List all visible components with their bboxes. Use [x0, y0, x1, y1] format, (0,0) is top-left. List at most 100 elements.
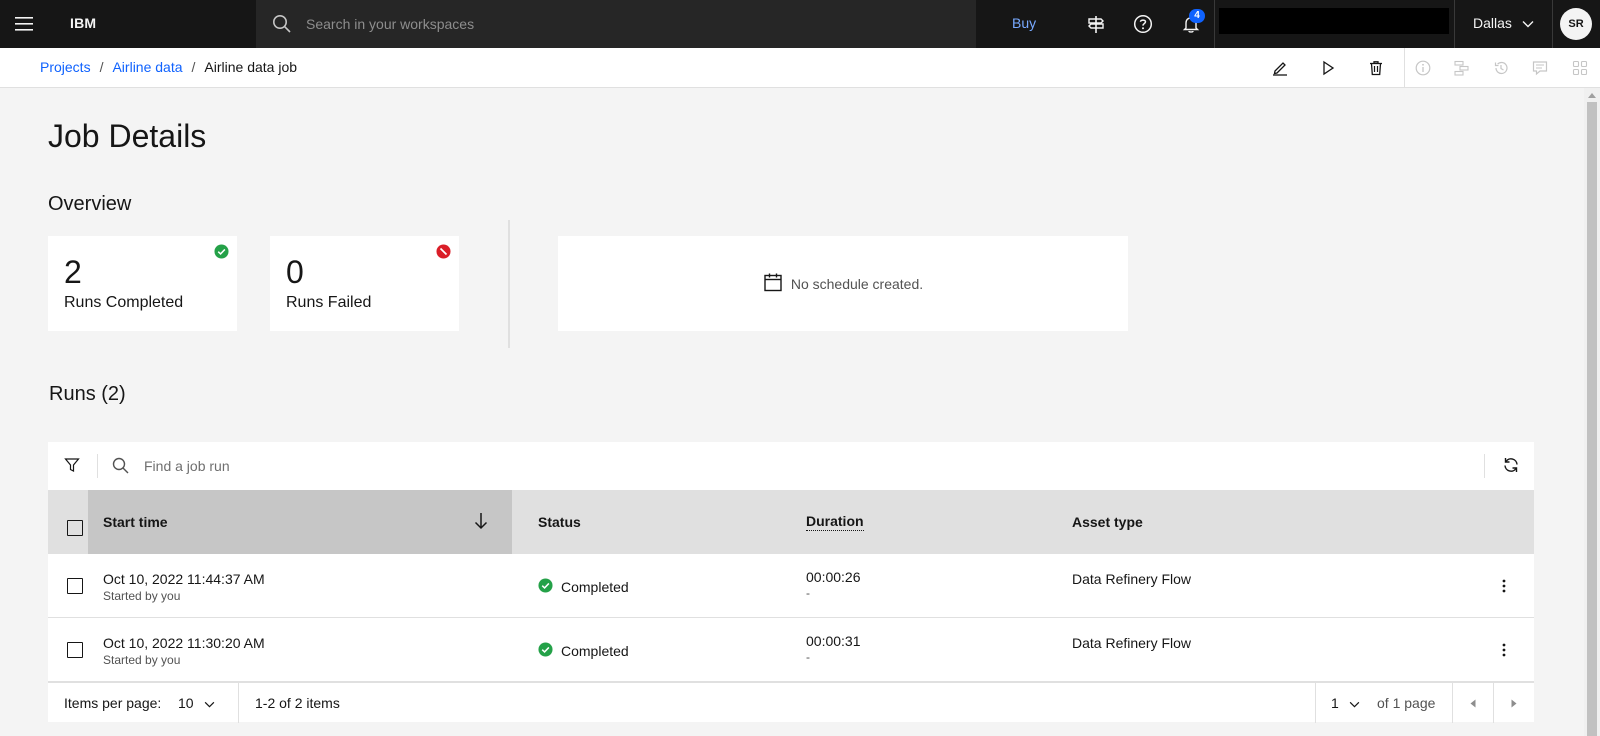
search-icon — [272, 14, 292, 39]
select-all-checkbox[interactable] — [67, 520, 83, 536]
items-per-page-select[interactable]: 10 — [178, 695, 215, 711]
pagination-divider — [238, 683, 239, 723]
sort-descending-icon[interactable] — [474, 512, 488, 533]
run-duration: 00:00:26 — [806, 569, 861, 585]
region-label: Dallas — [1473, 15, 1512, 31]
overview-divider — [508, 220, 510, 348]
table-row[interactable]: Oct 10, 2022 11:44:37 AM Started by you … — [48, 554, 1534, 618]
breadcrumb-current: Airline data job — [204, 59, 298, 75]
global-search-input[interactable] — [306, 0, 946, 48]
caret-right-icon — [1511, 695, 1517, 711]
next-page-button[interactable] — [1494, 683, 1534, 723]
runs-completed-count: 2 — [64, 254, 82, 290]
overflow-menu-icon[interactable] — [1494, 640, 1514, 660]
help-icon[interactable] — [1131, 12, 1155, 36]
items-per-page-value: 10 — [178, 695, 194, 711]
run-started-by: Started by you — [103, 653, 181, 667]
column-start-time[interactable]: Start time — [88, 490, 512, 554]
scroll-thumb[interactable] — [1587, 102, 1597, 736]
brand-name[interactable]: IBM — [70, 15, 96, 31]
runs-title: Runs (2) — [49, 383, 126, 405]
schedule-tile: No schedule created. — [558, 236, 1128, 331]
column-duration[interactable]: Duration — [806, 490, 864, 554]
search-icon — [112, 457, 130, 480]
run-start-time[interactable]: Oct 10, 2022 11:44:37 AM — [103, 571, 265, 587]
job-run-search-input[interactable] — [144, 442, 1444, 490]
avatar[interactable]: SR — [1560, 8, 1592, 40]
run-asset-type: Data Refinery Flow — [1072, 635, 1192, 651]
header-divider — [1454, 0, 1455, 48]
global-search — [256, 0, 976, 48]
runs-completed-tile: 2 Runs Completed — [48, 236, 237, 331]
comment-icon[interactable] — [1530, 58, 1550, 78]
overview-title: Overview — [48, 193, 132, 215]
runs-table-header: Start time Status Duration Asset type — [48, 490, 1534, 554]
table-row[interactable]: Oct 10, 2022 11:30:20 AM Started by you … — [48, 618, 1534, 682]
buy-link[interactable]: Buy — [1012, 15, 1036, 31]
breadcrumb-projects[interactable]: Projects — [40, 59, 91, 75]
header-divider — [1552, 0, 1553, 48]
runs-failed-tile: 0 Runs Failed — [270, 236, 459, 331]
region-selector[interactable]: Dallas — [1473, 15, 1534, 31]
pagination-divider — [1315, 683, 1316, 723]
items-range-text: 1-2 of 2 items — [255, 695, 340, 711]
refresh-icon[interactable] — [1502, 456, 1522, 476]
checkmark-success-icon — [538, 642, 553, 660]
run-duration-sub: - — [806, 650, 810, 664]
run-start-time[interactable]: Oct 10, 2022 11:30:20 AM — [103, 635, 265, 651]
overflow-menu-icon[interactable] — [1494, 576, 1514, 596]
column-asset-type-label: Asset type — [1072, 514, 1143, 530]
toolbar-divider — [97, 454, 98, 478]
toolbar-divider — [1484, 454, 1485, 478]
notification-badge: 4 — [1189, 9, 1205, 23]
run-asset-type: Data Refinery Flow — [1072, 571, 1192, 587]
current-page-value: 1 — [1331, 695, 1339, 711]
pagination: Items per page: 10 1-2 of 2 items 1 of 1… — [48, 682, 1534, 723]
caret-left-icon — [1470, 695, 1476, 711]
top-header: IBM Buy 4 Dallas SR — [0, 0, 1600, 48]
account-selector[interactable] — [1219, 8, 1449, 34]
info-icon[interactable] — [1413, 58, 1433, 78]
column-status[interactable]: Status — [538, 490, 581, 554]
run-status: Completed — [538, 642, 629, 660]
column-asset-type[interactable]: Asset type — [1072, 490, 1143, 554]
row-checkbox[interactable] — [67, 642, 83, 658]
runs-table-toolbar — [48, 442, 1534, 490]
filter-icon[interactable] — [64, 457, 82, 475]
column-status-label: Status — [538, 514, 581, 530]
menu-icon[interactable] — [12, 12, 36, 36]
trash-icon[interactable] — [1366, 58, 1386, 78]
history-icon[interactable] — [1491, 58, 1511, 78]
apps-icon[interactable] — [1570, 58, 1590, 78]
breadcrumb-airline-data[interactable]: Airline data — [112, 59, 182, 75]
total-pages-text: of 1 page — [1377, 695, 1436, 711]
breadcrumb-separator: / — [191, 59, 196, 75]
runs-failed-count: 0 — [286, 254, 304, 290]
schedule-status-text: No schedule created. — [790, 275, 924, 292]
scroll-up-arrow-icon[interactable] — [1588, 93, 1596, 98]
column-duration-label: Duration — [806, 513, 864, 531]
toolbar-divider — [1404, 48, 1405, 88]
chevron-down-icon — [1522, 15, 1534, 31]
breadcrumb-bar: Projects / Airline data / Airline data j… — [0, 48, 1600, 88]
edit-icon[interactable] — [1270, 58, 1290, 78]
chevron-down-icon — [204, 695, 215, 711]
run-status: Completed — [538, 578, 629, 596]
runs-failed-label: Runs Failed — [286, 294, 372, 311]
page-select[interactable]: 1 — [1331, 695, 1360, 711]
signpost-icon[interactable] — [1084, 12, 1108, 36]
header-divider — [1214, 0, 1215, 48]
play-icon[interactable] — [1318, 58, 1338, 78]
run-duration-sub: - — [806, 586, 810, 600]
breadcrumb-separator: / — [99, 59, 104, 75]
breadcrumb: Projects / Airline data / Airline data j… — [40, 59, 297, 75]
lineage-icon[interactable] — [1452, 58, 1472, 78]
vertical-scrollbar[interactable] — [1584, 88, 1600, 736]
error-icon — [436, 244, 452, 260]
items-per-page-label: Items per page: — [64, 695, 162, 711]
chevron-down-icon — [1349, 695, 1360, 711]
row-checkbox[interactable] — [67, 578, 83, 594]
previous-page-button[interactable] — [1453, 683, 1493, 723]
run-status-label: Completed — [561, 643, 629, 659]
checkmark-success-icon — [214, 244, 230, 260]
